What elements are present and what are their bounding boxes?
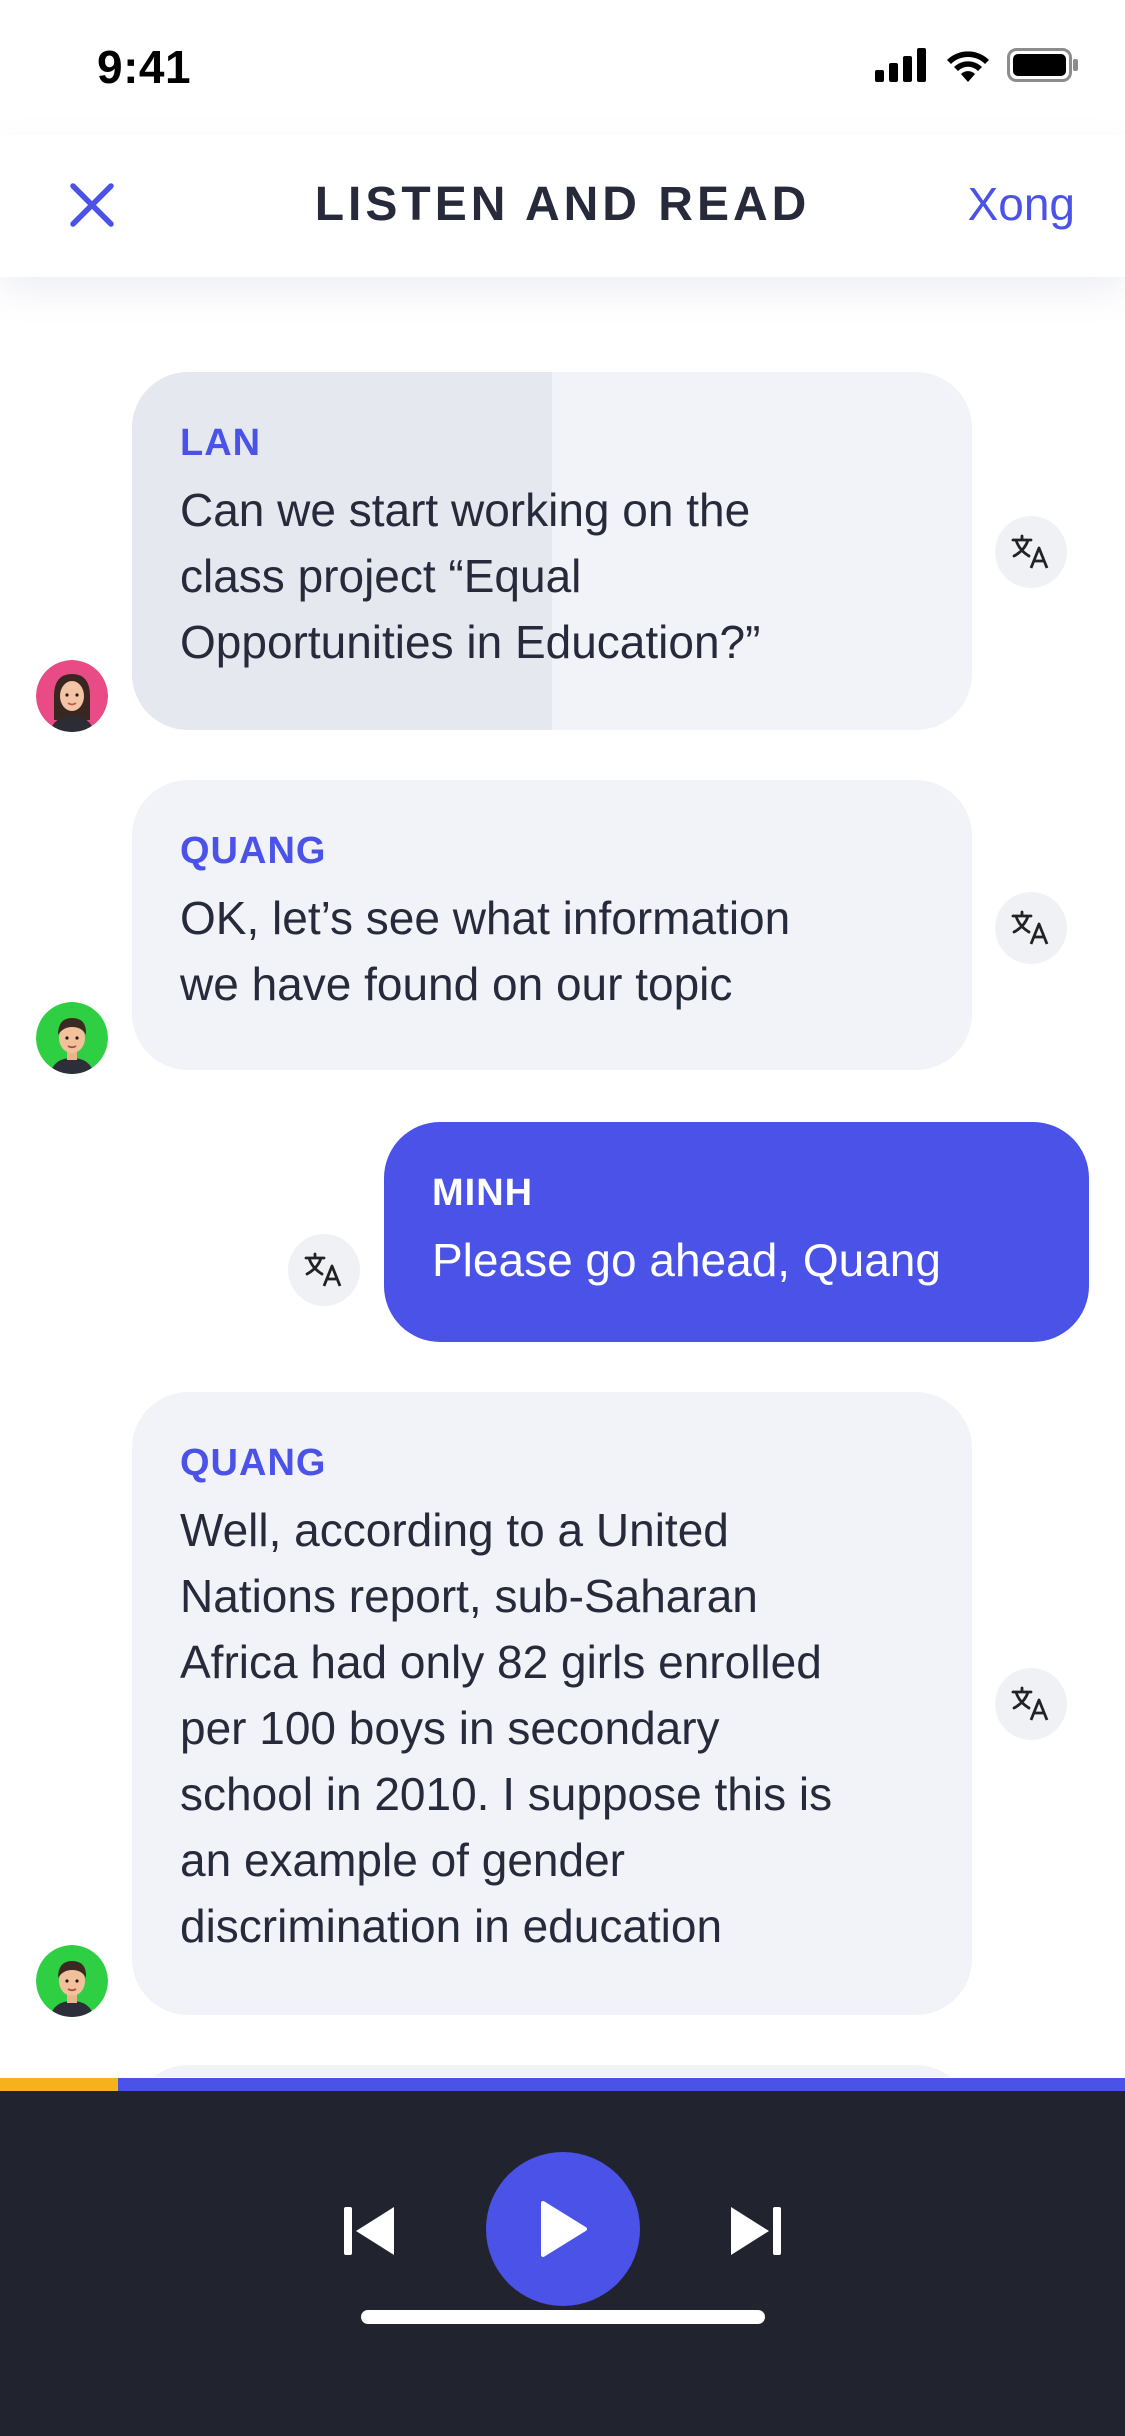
- next-button[interactable]: [720, 2196, 790, 2266]
- message-line: Well, according to a United: [180, 1504, 729, 1556]
- header: LISTEN AND READ Xong: [0, 135, 1125, 277]
- translate-button[interactable]: [995, 1668, 1067, 1740]
- battery-icon: [1007, 48, 1078, 82]
- previous-button[interactable]: [335, 2196, 405, 2266]
- avatar-quang: [36, 1002, 108, 1074]
- translate-icon: [1011, 1686, 1049, 1721]
- message-line: Please go ahead, Quang: [432, 1234, 941, 1286]
- translate-icon: [304, 1252, 342, 1287]
- skip-next-icon: [731, 2207, 781, 2255]
- play-icon: [541, 2201, 587, 2257]
- speaker-name: LAN: [180, 422, 262, 464]
- translate-icon: [1011, 534, 1049, 569]
- avatar-quang: [36, 1945, 108, 2017]
- page-title: LISTEN AND READ: [314, 178, 811, 231]
- signal-icon: [875, 48, 926, 82]
- message-line: class project “Equal: [180, 550, 582, 602]
- chat-area: LAN Can we start working on the class pr…: [0, 277, 1125, 2077]
- translate-button[interactable]: [288, 1234, 360, 1306]
- message-line: Opportunities in Education?”: [180, 616, 761, 668]
- message-line: Africa had only 82 girls enrolled: [180, 1636, 822, 1688]
- speaker-name: QUANG: [180, 1442, 327, 1484]
- audio-player: [0, 2091, 1125, 2436]
- speaker-name: QUANG: [180, 830, 327, 872]
- message-line: school in 2010. I suppose this is: [180, 1768, 833, 1820]
- avatar-lan: [36, 660, 108, 732]
- message-line: Can we start working on the: [180, 484, 751, 536]
- status-time: 9:41: [97, 41, 192, 93]
- status-bar: 9:41: [0, 0, 1125, 135]
- message-text: Please go ahead, Quang: [432, 1227, 1041, 1293]
- message-bubble-minh[interactable]: MINH Please go ahead, Quang: [384, 1122, 1089, 1342]
- playback-progress-bar[interactable]: [0, 2078, 1125, 2091]
- message-line: per 100 boys in secondary: [180, 1702, 720, 1754]
- message-line: we have found on our topic: [180, 958, 733, 1010]
- message-bubble-quang[interactable]: QUANG Well, according to a United Nation…: [132, 1392, 972, 2015]
- wifi-icon: [947, 51, 989, 82]
- boy-avatar-icon: [36, 1945, 108, 2017]
- message-bubble-quang[interactable]: QUANG OK, let’s see what information we …: [132, 780, 972, 1070]
- translate-icon: [1011, 910, 1049, 945]
- translate-button[interactable]: [995, 516, 1067, 588]
- playback-progress-fill: [0, 2078, 119, 2091]
- status-icons: [875, 48, 1079, 82]
- message-line: OK, let’s see what information: [180, 892, 791, 944]
- play-button[interactable]: [486, 2152, 640, 2306]
- message-line: an example of gender: [180, 1834, 625, 1886]
- boy-avatar-icon: [36, 1002, 108, 1074]
- message-line: Nations report, sub-Saharan: [180, 1570, 758, 1622]
- skip-previous-icon: [344, 2207, 394, 2255]
- message-text: OK, let’s see what information we have f…: [180, 885, 924, 1017]
- home-indicator: [361, 2310, 765, 2324]
- message-bubble-lan[interactable]: LAN Can we start working on the class pr…: [132, 372, 972, 730]
- translate-button[interactable]: [995, 892, 1067, 964]
- girl-avatar-icon: [36, 660, 108, 732]
- message-text: Well, according to a United Nations repo…: [180, 1497, 924, 1959]
- message-text: Can we start working on the class projec…: [180, 477, 924, 675]
- message-line: discrimination in education: [180, 1900, 723, 1952]
- done-button[interactable]: Xong: [968, 177, 1075, 231]
- message-bubble-next[interactable]: [132, 2065, 972, 2077]
- speaker-name: MINH: [432, 1172, 534, 1214]
